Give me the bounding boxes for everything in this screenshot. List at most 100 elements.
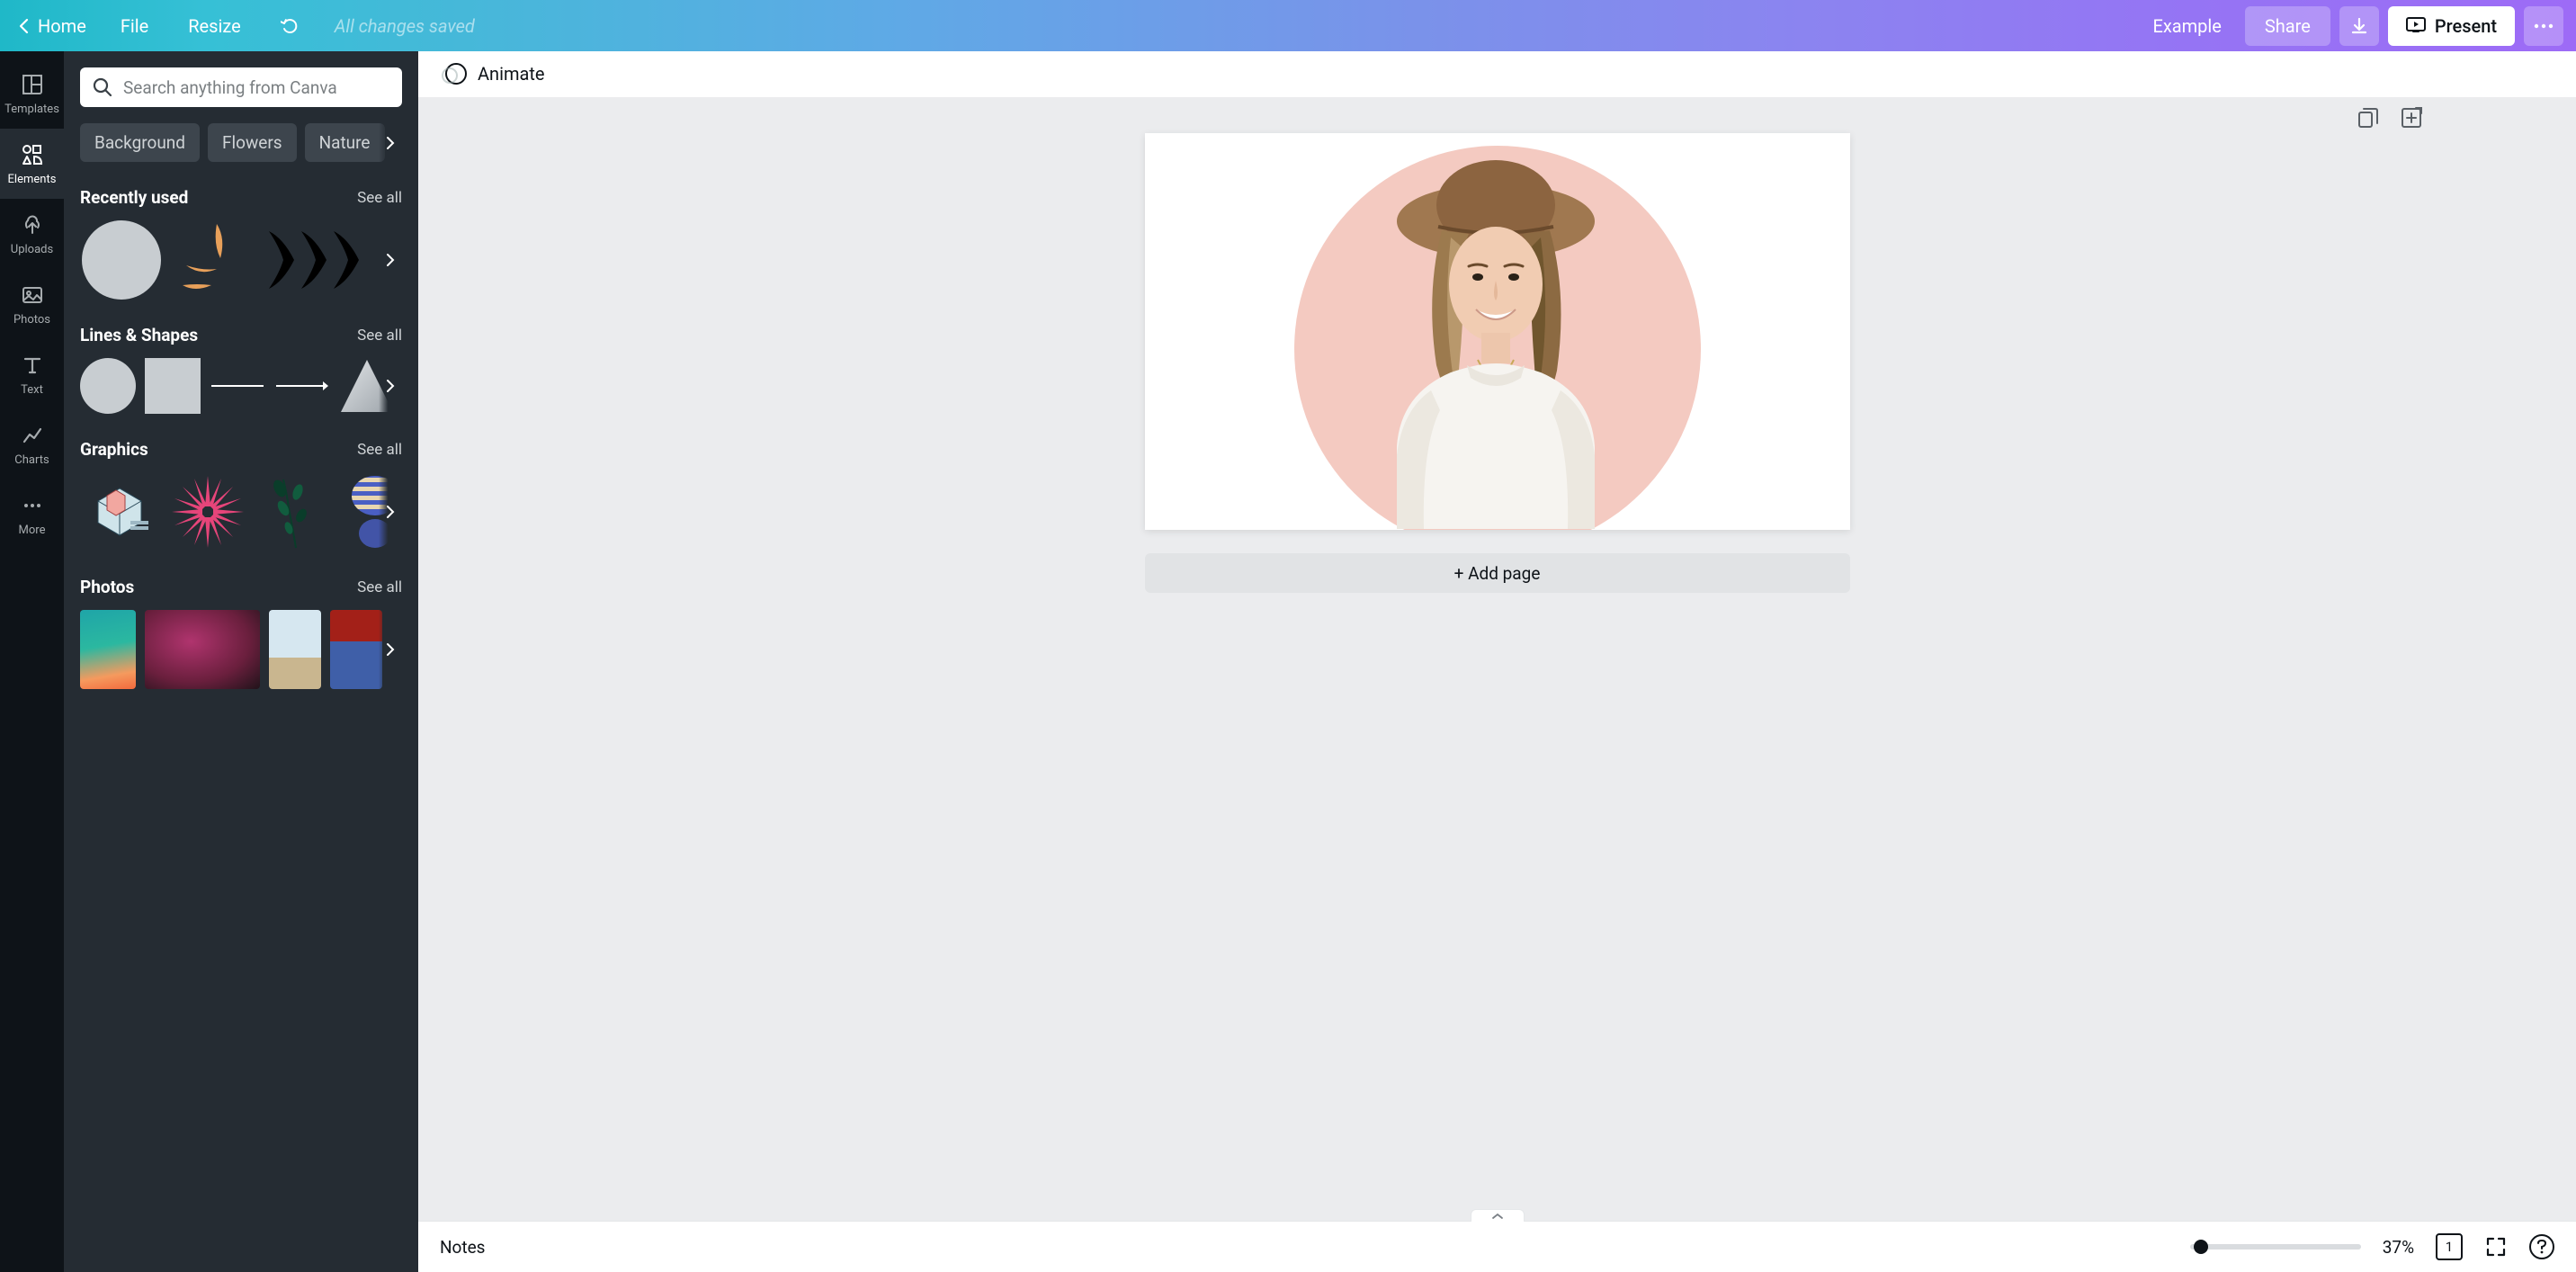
nav-elements[interactable]: Elements (0, 129, 64, 199)
section-recently-used: Recently used See all (80, 187, 402, 300)
example-label: Example (2152, 15, 2221, 37)
search-input[interactable] (123, 77, 389, 98)
text-icon (20, 353, 45, 378)
duplicate-page-icon[interactable] (2357, 106, 2380, 130)
fullscreen-button[interactable] (2484, 1235, 2508, 1259)
row-scroll-right[interactable] (379, 220, 402, 300)
present-button[interactable]: Present (2388, 6, 2515, 46)
top-menu-bar: Home File Resize All changes saved Examp… (0, 0, 2576, 51)
nav-elements-label: Elements (8, 173, 57, 186)
expand-pages-button[interactable] (1471, 1209, 1525, 1222)
photo-tile[interactable] (269, 610, 321, 689)
chip-background[interactable]: Background (80, 123, 200, 162)
zoom-value[interactable]: 37% (2383, 1237, 2414, 1258)
share-button[interactable]: Share (2245, 6, 2330, 46)
back-button[interactable]: Home (9, 8, 95, 44)
chevron-up-icon (1491, 1213, 1504, 1220)
section-lines-shapes: Lines & Shapes See all (80, 325, 402, 414)
chevron-left-icon (18, 18, 31, 34)
page-count-button[interactable]: 1 (2436, 1233, 2463, 1260)
section-title: Photos (80, 577, 134, 597)
nav-charts-label: Charts (14, 453, 49, 467)
resize-label: Resize (188, 15, 241, 37)
undo-icon (281, 16, 300, 36)
chips-scroll-right[interactable] (379, 123, 402, 162)
nav-text[interactable]: Text (0, 339, 64, 409)
see-all-link[interactable]: See all (357, 189, 402, 207)
element-tile-circle[interactable] (80, 220, 163, 300)
photo-tile[interactable] (145, 610, 260, 689)
section-title: Graphics (80, 439, 148, 460)
shape-square[interactable] (145, 358, 201, 414)
bottom-bar: Notes 37% 1 (418, 1221, 2576, 1272)
question-icon (2536, 1240, 2547, 1254)
nav-uploads-label: Uploads (11, 243, 53, 256)
present-label: Present (2435, 15, 2497, 37)
section-photos: Photos See all (80, 577, 402, 689)
add-page-label: + Add page (1454, 563, 1541, 584)
nav-more[interactable]: More (0, 479, 64, 550)
photo-tile[interactable] (80, 610, 136, 689)
file-menu[interactable]: File (106, 8, 163, 44)
see-all-link[interactable]: See all (357, 327, 402, 345)
design-page[interactable] (1145, 133, 1850, 530)
section-title: Recently used (80, 187, 188, 208)
zoom-slider[interactable] (2190, 1244, 2361, 1250)
dots-horizontal-icon (2534, 23, 2554, 29)
templates-icon (20, 72, 45, 97)
see-all-link[interactable]: See all (357, 441, 402, 459)
example-menu[interactable]: Example (2138, 8, 2235, 44)
nav-text-label: Text (21, 383, 43, 397)
add-page-button[interactable]: + Add page (1145, 553, 1850, 593)
row-scroll-right[interactable] (379, 358, 402, 414)
page-count-value: 1 (2446, 1239, 2453, 1255)
file-label: File (121, 15, 148, 37)
chevron-right-icon (386, 642, 395, 657)
chip-flowers[interactable]: Flowers (208, 123, 297, 162)
animate-label: Animate (478, 63, 545, 85)
shape-arrow-line[interactable] (274, 358, 330, 414)
search-icon (93, 77, 112, 97)
help-button[interactable] (2529, 1234, 2554, 1259)
element-tile-chevrons[interactable] (264, 220, 370, 300)
nav-templates-label: Templates (4, 103, 59, 116)
chevron-right-icon (386, 136, 395, 150)
present-icon (2406, 17, 2426, 35)
row-scroll-right[interactable] (379, 472, 402, 551)
home-label: Home (38, 15, 86, 37)
more-menu-button[interactable] (2524, 6, 2563, 46)
element-tile-burst[interactable] (172, 220, 255, 300)
zoom-slider-handle[interactable] (2194, 1240, 2208, 1254)
elements-icon (20, 142, 45, 167)
row-scroll-right[interactable] (379, 610, 402, 689)
shape-circle[interactable] (80, 358, 136, 414)
nav-more-label: More (19, 524, 46, 537)
share-label: Share (2265, 15, 2311, 37)
charts-icon (20, 423, 45, 448)
notes-button[interactable]: Notes (440, 1237, 486, 1258)
graphic-branch[interactable] (256, 472, 335, 551)
download-icon (2349, 16, 2369, 36)
chip-nature[interactable]: Nature (305, 123, 385, 162)
shape-line[interactable] (210, 358, 265, 414)
see-all-link[interactable]: See all (357, 578, 402, 596)
chevron-right-icon (386, 253, 395, 267)
animate-button[interactable]: Animate (436, 58, 554, 90)
nav-charts[interactable]: Charts (0, 409, 64, 479)
resize-menu[interactable]: Resize (174, 8, 255, 44)
person-photo[interactable] (1343, 140, 1649, 529)
download-button[interactable] (2339, 6, 2379, 46)
add-page-icon[interactable] (2400, 106, 2423, 130)
photos-icon (20, 282, 45, 308)
nav-photos[interactable]: Photos (0, 269, 64, 339)
nav-uploads[interactable]: Uploads (0, 199, 64, 269)
editor-area: Animate (418, 51, 2576, 1272)
search-bar[interactable] (80, 67, 402, 107)
canvas-viewport[interactable]: + Add page (418, 97, 2576, 1221)
photo-tile[interactable] (330, 610, 382, 689)
graphic-radial-burst[interactable] (168, 472, 247, 551)
nav-templates[interactable]: Templates (0, 58, 64, 129)
undo-button[interactable] (266, 9, 315, 43)
save-status: All changes saved (335, 15, 475, 37)
graphic-isometric[interactable] (80, 472, 159, 551)
